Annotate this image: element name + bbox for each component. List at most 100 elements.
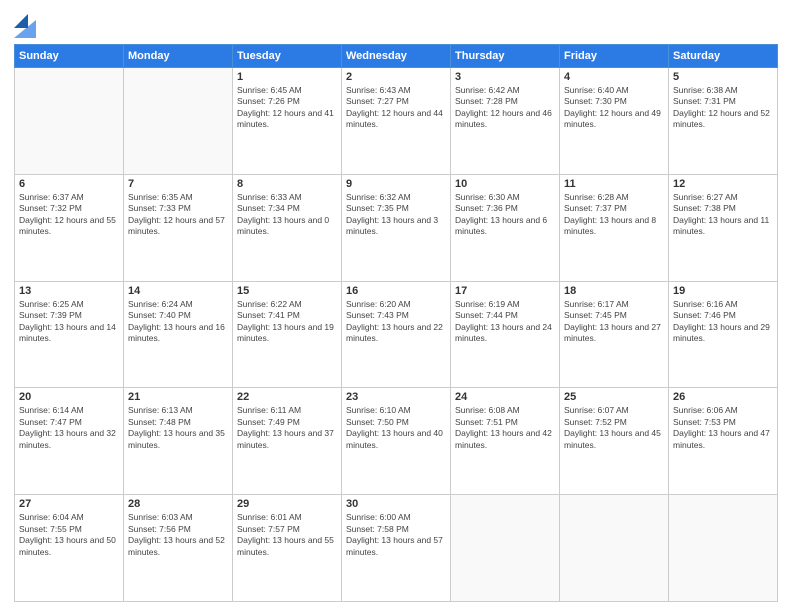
day-info: Sunrise: 6:07 AMSunset: 7:52 PMDaylight:… [564,405,664,451]
calendar-cell: 2 Sunrise: 6:43 AMSunset: 7:27 PMDaylight… [342,68,451,175]
calendar-week-3: 20Sunrise: 6:14 AMSunset: 7:47 PMDayligh… [15,388,778,495]
weekday-header-wednesday: Wednesday [342,45,451,68]
day-info: Sunrise: 6:37 AMSunset: 7:32 PMDaylight:… [19,192,119,238]
day-info: Sunrise: 6:30 AMSunset: 7:36 PMDaylight:… [455,192,555,238]
calendar-cell: 27 Sunrise: 6:04 AMSunset: 7:55 PMDayligh… [15,495,124,602]
day-info: Sunrise: 6:33 AMSunset: 7:34 PMDaylight:… [237,192,337,238]
day-number: 6 [19,178,119,190]
day-info: Sunrise: 6:01 AMSunset: 7:57 PMDaylight:… [237,512,337,558]
day-number: 5 [673,71,773,83]
weekday-header-tuesday: Tuesday [233,45,342,68]
day-info: Sunrise: 6:10 AMSunset: 7:50 PMDaylight:… [346,405,446,451]
day-info: Sunrise: 6:38 AMSunset: 7:31 PMDaylight:… [673,85,773,131]
calendar-cell: 24 Sunrise: 6:08 AMSunset: 7:51 PMDayligh… [451,388,560,495]
day-number: 7 [128,178,228,190]
day-number: 15 [237,285,337,297]
day-number: 23 [346,391,446,403]
day-number: 13 [19,285,119,297]
day-info: Sunrise: 6:24 AMSunset: 7:40 PMDaylight:… [128,299,228,345]
calendar-cell [451,495,560,602]
day-info: Sunrise: 6:43 AMSunset: 7:27 PMDaylight:… [346,85,446,131]
day-number: 3 [455,71,555,83]
day-info: Sunrise: 6:40 AMSunset: 7:30 PMDaylight:… [564,85,664,131]
calendar-cell: 30 Sunrise: 6:00 AMSunset: 7:58 PMDayligh… [342,495,451,602]
calendar-cell: 10Sunrise: 6:30 AMSunset: 7:36 PMDayligh… [451,174,560,281]
day-number: 4 [564,71,664,83]
calendar-cell: 15 Sunrise: 6:22 AMSunset: 7:41 PMDayligh… [233,281,342,388]
day-number: 28 [128,498,228,510]
calendar-cell: 13 Sunrise: 6:25 AMSunset: 7:39 PMDayligh… [15,281,124,388]
day-number: 29 [237,498,337,510]
day-number: 18 [564,285,664,297]
calendar-cell [560,495,669,602]
calendar-cell: 22Sunrise: 6:11 AMSunset: 7:49 PMDayligh… [233,388,342,495]
calendar-cell: 3 Sunrise: 6:42 AMSunset: 7:28 PMDaylight… [451,68,560,175]
calendar-cell: 18 Sunrise: 6:17 AMSunset: 7:45 PMDayligh… [560,281,669,388]
weekday-header-monday: Monday [124,45,233,68]
day-info: Sunrise: 6:19 AMSunset: 7:44 PMDaylight:… [455,299,555,345]
calendar-cell: 16 Sunrise: 6:20 AMSunset: 7:43 PMDayligh… [342,281,451,388]
calendar-cell: 11 Sunrise: 6:28 AMSunset: 7:37 PMDayligh… [560,174,669,281]
header [14,10,778,38]
weekday-header-thursday: Thursday [451,45,560,68]
weekday-header-sunday: Sunday [15,45,124,68]
calendar-cell: 19 Sunrise: 6:16 AMSunset: 7:46 PMDayligh… [669,281,778,388]
day-info: Sunrise: 6:16 AMSunset: 7:46 PMDaylight:… [673,299,773,345]
day-info: Sunrise: 6:28 AMSunset: 7:37 PMDaylight:… [564,192,664,238]
day-info: Sunrise: 6:08 AMSunset: 7:51 PMDaylight:… [455,405,555,451]
calendar-cell [124,68,233,175]
day-info: Sunrise: 6:00 AMSunset: 7:58 PMDaylight:… [346,512,446,558]
day-number: 30 [346,498,446,510]
day-info: Sunrise: 6:25 AMSunset: 7:39 PMDaylight:… [19,299,119,345]
day-number: 16 [346,285,446,297]
calendar-cell [669,495,778,602]
weekday-header-saturday: Saturday [669,45,778,68]
day-number: 14 [128,285,228,297]
calendar-week-4: 27 Sunrise: 6:04 AMSunset: 7:55 PMDayligh… [15,495,778,602]
day-info: Sunrise: 6:13 AMSunset: 7:48 PMDaylight:… [128,405,228,451]
calendar-cell: 17 Sunrise: 6:19 AMSunset: 7:44 PMDayligh… [451,281,560,388]
calendar-cell: 28Sunrise: 6:03 AMSunset: 7:56 PMDayligh… [124,495,233,602]
day-info: Sunrise: 6:35 AMSunset: 7:33 PMDaylight:… [128,192,228,238]
weekday-header-friday: Friday [560,45,669,68]
day-number: 19 [673,285,773,297]
logo-icon [14,10,36,38]
calendar-cell: 6 Sunrise: 6:37 AMSunset: 7:32 PMDaylight… [15,174,124,281]
calendar-week-1: 6 Sunrise: 6:37 AMSunset: 7:32 PMDaylight… [15,174,778,281]
calendar-cell: 14 Sunrise: 6:24 AMSunset: 7:40 PMDayligh… [124,281,233,388]
day-number: 8 [237,178,337,190]
calendar-cell: 9Sunrise: 6:32 AMSunset: 7:35 PMDaylight… [342,174,451,281]
calendar-cell: 12Sunrise: 6:27 AMSunset: 7:38 PMDayligh… [669,174,778,281]
calendar-cell: 23 Sunrise: 6:10 AMSunset: 7:50 PMDayligh… [342,388,451,495]
day-info: Sunrise: 6:42 AMSunset: 7:28 PMDaylight:… [455,85,555,131]
day-number: 20 [19,391,119,403]
calendar-cell: 29 Sunrise: 6:01 AMSunset: 7:57 PMDayligh… [233,495,342,602]
day-number: 21 [128,391,228,403]
day-info: Sunrise: 6:27 AMSunset: 7:38 PMDaylight:… [673,192,773,238]
day-number: 22 [237,391,337,403]
day-number: 11 [564,178,664,190]
calendar-week-0: 1Sunrise: 6:45 AMSunset: 7:26 PMDaylight… [15,68,778,175]
calendar-week-2: 13 Sunrise: 6:25 AMSunset: 7:39 PMDayligh… [15,281,778,388]
day-info: Sunrise: 6:32 AMSunset: 7:35 PMDaylight:… [346,192,446,238]
day-info: Sunrise: 6:17 AMSunset: 7:45 PMDaylight:… [564,299,664,345]
day-info: Sunrise: 6:06 AMSunset: 7:53 PMDaylight:… [673,405,773,451]
day-number: 24 [455,391,555,403]
calendar-cell: 5 Sunrise: 6:38 AMSunset: 7:31 PMDaylight… [669,68,778,175]
day-number: 26 [673,391,773,403]
day-info: Sunrise: 6:04 AMSunset: 7:55 PMDaylight:… [19,512,119,558]
calendar-cell: 20Sunrise: 6:14 AMSunset: 7:47 PMDayligh… [15,388,124,495]
calendar-table: SundayMondayTuesdayWednesdayThursdayFrid… [14,44,778,602]
page: SundayMondayTuesdayWednesdayThursdayFrid… [0,0,792,612]
day-number: 1 [237,71,337,83]
calendar-cell: 4 Sunrise: 6:40 AMSunset: 7:30 PMDaylight… [560,68,669,175]
calendar-cell: 26 Sunrise: 6:06 AMSunset: 7:53 PMDayligh… [669,388,778,495]
day-number: 2 [346,71,446,83]
day-info: Sunrise: 6:20 AMSunset: 7:43 PMDaylight:… [346,299,446,345]
day-number: 25 [564,391,664,403]
calendar-cell: 8 Sunrise: 6:33 AMSunset: 7:34 PMDaylight… [233,174,342,281]
day-number: 27 [19,498,119,510]
day-info: Sunrise: 6:22 AMSunset: 7:41 PMDaylight:… [237,299,337,345]
day-number: 17 [455,285,555,297]
calendar-cell: 7 Sunrise: 6:35 AMSunset: 7:33 PMDaylight… [124,174,233,281]
